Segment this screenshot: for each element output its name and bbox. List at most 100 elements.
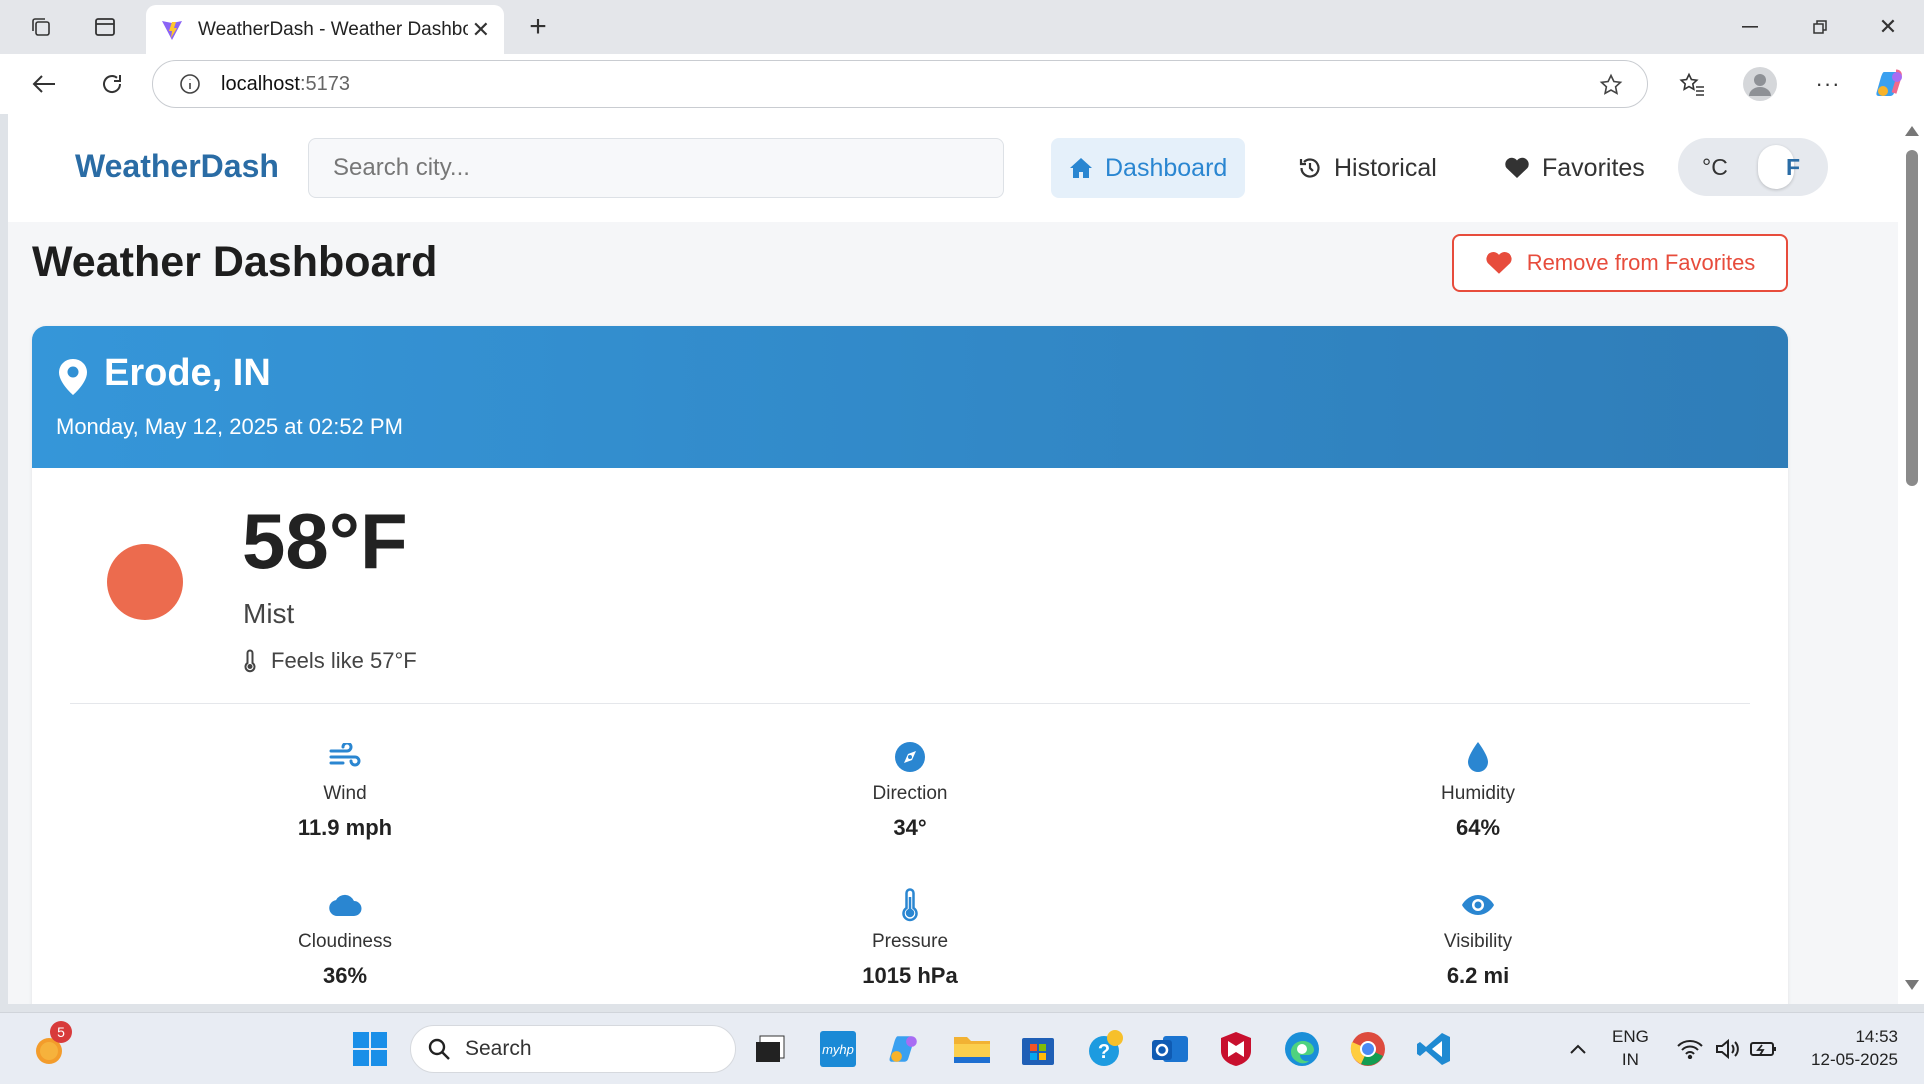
copilot-icon[interactable] [1870,64,1910,104]
new-tab-icon[interactable]: + [520,10,556,44]
hp-app-icon[interactable]: myhp [816,1027,860,1071]
history-icon [1299,158,1320,178]
get-help-icon[interactable]: ? [1084,1027,1128,1071]
weather-card-header: Erode, IN Monday, May 12, 2025 at 02:52 … [32,326,1788,468]
divider [70,703,1750,704]
stat-humidity-value: 64% [1455,815,1501,840]
stat-pressure-label: Pressure [871,931,949,952]
address-bar[interactable]: localhost:5173 [152,60,1648,108]
unit-toggle[interactable]: °C F [1678,138,1828,196]
compass-icon [895,742,925,772]
system-clock[interactable]: 14:53 12-05-2025 [1798,1025,1898,1071]
home-icon [1070,158,1092,178]
stat-visibility: Visibility 6.2 mi [1368,887,1588,989]
more-menu-icon[interactable]: ··· [1808,66,1848,102]
stat-wind-label: Wind [323,783,367,804]
remove-from-favorites-label: Remove from Favorites [1526,250,1756,275]
tab-actions-icon[interactable] [88,12,122,42]
vscode-icon[interactable] [1412,1027,1456,1071]
favorite-star-icon[interactable] [1599,73,1623,97]
url-port: :5173 [299,72,350,95]
restore-icon[interactable] [1800,10,1840,44]
tab-title: WeatherDash - Weather Dashboard [198,18,468,40]
stat-visibility-label: Visibility [1443,931,1513,952]
reload-icon[interactable] [92,66,132,102]
copilot-app-icon[interactable] [882,1027,926,1071]
edge-browser-icon[interactable] [1280,1027,1324,1071]
nav-historical-link[interactable]: Historical [1280,138,1455,198]
location-pin-icon [59,359,87,395]
heart-icon [1486,252,1512,274]
minimize-icon[interactable] [1730,10,1770,44]
unit-fahrenheit-label[interactable]: F [1786,154,1800,181]
feels-like: Feels like 57°F [243,648,417,674]
browser-toolbar: localhost:5173 ··· [0,54,1924,114]
close-tab-icon[interactable]: ✕ [472,17,490,43]
weather-widget-icon[interactable]: 5 [28,1021,72,1071]
scroll-up-icon[interactable] [1905,126,1919,136]
svg-text:?: ? [1098,1041,1110,1063]
search-icon [428,1038,450,1060]
page-title: Weather Dashboard [32,238,438,286]
close-window-icon[interactable]: ✕ [1868,10,1908,44]
page-scrollbar[interactable] [1898,114,1924,1004]
browser-tab-bar: WeatherDash - Weather Dashboard ✕ + ✕ [0,0,1924,54]
nav-favorites-link[interactable]: Favorites [1486,138,1663,198]
stat-cloudiness: Cloudiness 36% [235,887,455,989]
weather-condition: Mist [243,598,295,629]
browser-tab-active[interactable]: WeatherDash - Weather Dashboard ✕ [146,5,504,54]
stat-direction-value: 34° [893,815,927,840]
nav-historical-label: Historical [1334,153,1437,182]
taskbar-search-label: Search [465,1037,532,1060]
start-button-icon[interactable] [348,1027,392,1071]
back-icon[interactable] [24,66,64,102]
stat-wind: Wind 11.9 mph [235,739,455,841]
site-info-icon[interactable] [179,73,201,95]
brand-logo[interactable]: WeatherDash [75,148,279,185]
favorites-bar-icon[interactable] [1672,66,1712,102]
url-host: localhost [221,72,300,95]
svg-text:myhp: myhp [822,1042,854,1057]
droplet-icon [1468,742,1488,772]
clock-time: 14:53 [1855,1027,1898,1046]
microsoft-store-icon[interactable] [1016,1027,1060,1071]
chrome-browser-icon[interactable] [1346,1027,1390,1071]
eye-icon [1462,895,1494,915]
scrollbar-thumb[interactable] [1906,150,1918,486]
input-language-indicator[interactable]: ENG IN [1612,1025,1649,1071]
unit-celsius-label[interactable]: °C [1702,154,1728,181]
workspaces-icon[interactable] [24,12,58,42]
show-hidden-icons-icon[interactable] [1556,1027,1600,1071]
stat-pressure: Pressure 1015 hPa [800,887,1020,989]
remove-from-favorites-button[interactable]: Remove from Favorites [1452,234,1788,292]
profile-avatar-icon[interactable] [1740,64,1780,104]
thermometer-icon [902,888,918,922]
mcafee-icon[interactable] [1214,1027,1258,1071]
windows-taskbar: 5 Search myhp ? ENG IN 14:53 12-05-2025 [0,1012,1924,1084]
weather-condition-icon [107,544,183,620]
stat-wind-value: 11.9 mph [297,815,393,840]
nav-dashboard-link[interactable]: Dashboard [1051,138,1246,198]
notification-badge: 5 [50,1021,72,1043]
task-view-icon[interactable] [748,1027,792,1071]
nav-favorites-label: Favorites [1542,153,1645,182]
file-explorer-icon[interactable] [950,1027,994,1071]
current-weather-card: Erode, IN Monday, May 12, 2025 at 02:52 … [32,326,1788,1004]
outlook-icon[interactable] [1148,1027,1192,1071]
stat-cloudiness-value: 36% [322,963,368,988]
battery-icon[interactable] [1742,1027,1786,1071]
scroll-down-icon[interactable] [1905,980,1919,990]
taskbar-search[interactable]: Search [410,1025,736,1073]
vite-logo-icon [162,20,182,40]
lang-line2: IN [1621,1050,1639,1069]
thermometer-icon [244,649,256,673]
city-search-input[interactable] [308,138,1004,198]
weather-datetime: Monday, May 12, 2025 at 02:52 PM [56,414,403,439]
top-navbar: WeatherDash Dashboard Historical Favorit… [8,114,1898,222]
stat-cloudiness-label: Cloudiness [298,931,392,952]
stat-pressure-value: 1015 hPa [862,963,958,988]
webpage-viewport: WeatherDash Dashboard Historical Favorit… [8,114,1898,1004]
stat-direction: Direction 34° [800,739,1020,841]
stat-humidity: Humidity 64% [1368,739,1588,841]
stat-visibility-value: 6.2 mi [1446,963,1510,988]
